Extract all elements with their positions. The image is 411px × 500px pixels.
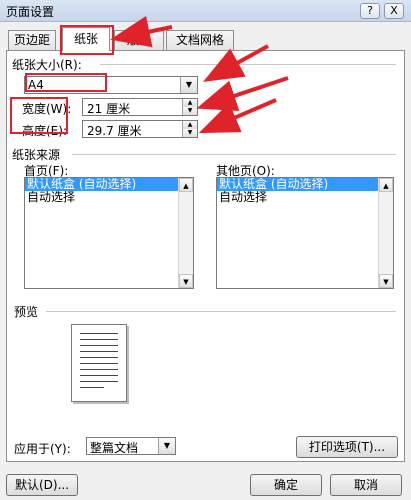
- paper-size-label: 纸张大小(R):: [12, 58, 82, 72]
- tab-layout[interactable]: 版式: [114, 30, 164, 50]
- tab-margins[interactable]: 页边距: [8, 30, 56, 50]
- highlight-box-dimensions: [10, 97, 68, 134]
- scroll-up-icon[interactable]: ▲: [379, 178, 393, 192]
- close-button[interactable]: X: [384, 3, 404, 19]
- print-options-button[interactable]: 打印选项(T)...: [296, 436, 398, 458]
- window-title: 页面设置: [6, 5, 55, 19]
- default-button[interactable]: 默认(D)...: [6, 474, 78, 496]
- preview-label: 预览: [14, 305, 39, 319]
- spin-down-icon[interactable]: ▼: [183, 107, 197, 115]
- apply-select[interactable]: 整篇文档 ▼: [86, 437, 176, 455]
- help-button[interactable]: ?: [360, 3, 380, 19]
- height-spinner[interactable]: 29.7 厘米 ▲ ▼: [82, 120, 198, 138]
- other-pages-list[interactable]: 默认纸盒 (自动选择) 自动选择 ▲ ▼: [216, 177, 394, 289]
- title-bar: 页面设置 ? X: [0, 0, 411, 22]
- apply-label: 应用于(Y):: [14, 442, 71, 456]
- divider: [46, 311, 396, 312]
- list-item[interactable]: 默认纸盒 (自动选择): [25, 178, 193, 191]
- spin-up-icon[interactable]: ▲: [183, 99, 197, 107]
- divider: [100, 64, 396, 65]
- chevron-down-icon[interactable]: ▼: [180, 77, 197, 93]
- height-value: 29.7 厘米: [87, 124, 142, 138]
- list-item[interactable]: 自动选择: [25, 191, 193, 204]
- apply-value: 整篇文档: [90, 441, 139, 455]
- chevron-down-icon[interactable]: ▼: [158, 438, 175, 454]
- spin-down-icon[interactable]: ▼: [183, 129, 197, 137]
- highlight-box-tab: [60, 25, 114, 55]
- highlight-box-size: [25, 73, 107, 92]
- width-value: 21 厘米: [87, 102, 131, 116]
- scroll-up-icon[interactable]: ▲: [179, 178, 193, 192]
- width-spinner[interactable]: 21 厘米 ▲ ▼: [82, 98, 198, 116]
- tab-doc-grid[interactable]: 文档网格: [166, 30, 234, 50]
- cancel-button[interactable]: 取消: [330, 474, 402, 496]
- ok-button[interactable]: 确定: [250, 474, 322, 496]
- divider: [72, 154, 396, 155]
- spin-up-icon[interactable]: ▲: [183, 121, 197, 129]
- scroll-down-icon[interactable]: ▼: [379, 274, 393, 288]
- scrollbar[interactable]: ▲ ▼: [178, 178, 193, 288]
- scroll-down-icon[interactable]: ▼: [179, 274, 193, 288]
- page-preview: [71, 324, 127, 402]
- list-item[interactable]: 默认纸盒 (自动选择): [217, 178, 393, 191]
- list-item[interactable]: 自动选择: [217, 191, 393, 204]
- paper-source-label: 纸张来源: [12, 148, 61, 162]
- first-page-list[interactable]: 默认纸盒 (自动选择) 自动选择 ▲ ▼: [24, 177, 194, 289]
- scrollbar[interactable]: ▲ ▼: [378, 178, 393, 288]
